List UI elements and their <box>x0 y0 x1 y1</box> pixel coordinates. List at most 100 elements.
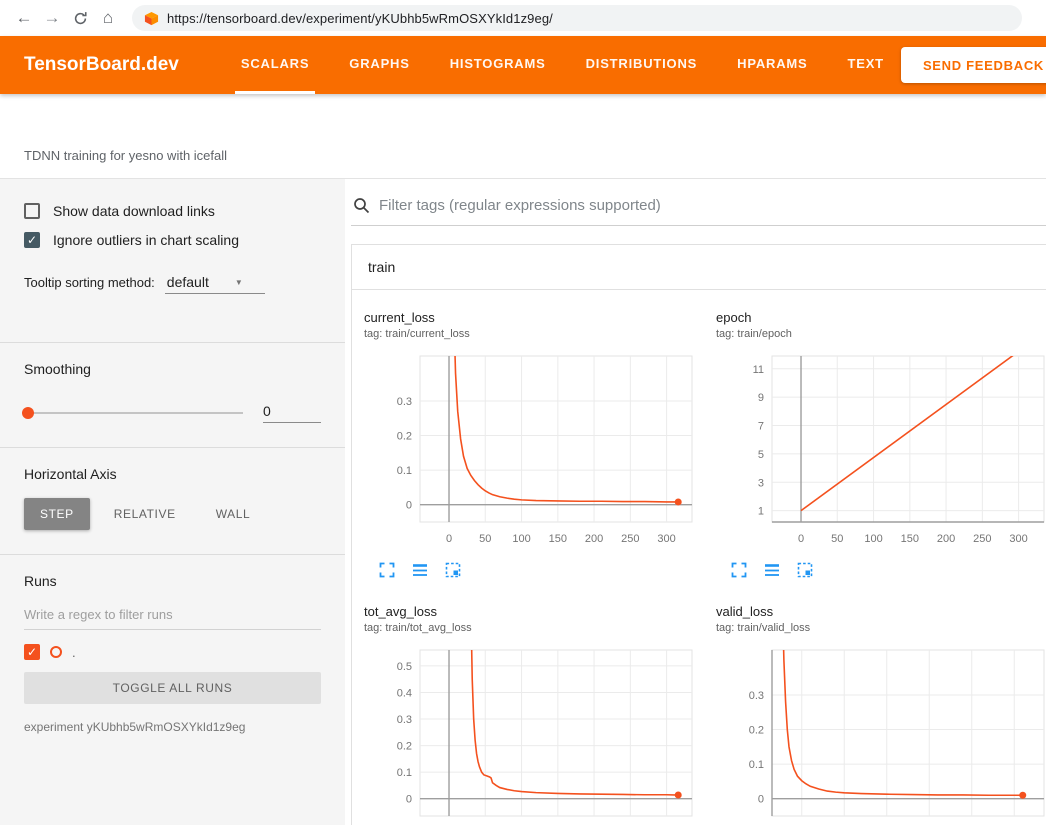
smoothing-label: Smoothing <box>24 361 321 377</box>
tab-hparams[interactable]: HPARAMS <box>731 36 813 94</box>
svg-text:0: 0 <box>406 794 412 806</box>
fit-domain-icon[interactable] <box>445 562 461 578</box>
experiment-title: TDNN training for yesno with icefall <box>24 148 227 163</box>
filter-tags-row <box>351 191 1046 226</box>
svg-text:250: 250 <box>621 533 639 545</box>
browser-toolbar: ← → ⌂ https://tensorboard.dev/experiment… <box>0 0 1046 36</box>
chart-tag: tag: train/tot_avg_loss <box>364 622 704 634</box>
horizontal-axis-section: Horizontal Axis STEP RELATIVE WALL <box>24 448 321 554</box>
svg-text:100: 100 <box>864 533 882 545</box>
svg-text:0: 0 <box>798 533 804 545</box>
chart-tag: tag: train/current_loss <box>364 328 704 340</box>
runs-filter-input[interactable] <box>24 601 321 630</box>
chart-plot-area[interactable]: 5010015020025030000.10.20.3 <box>716 644 1046 825</box>
expand-chart-icon[interactable] <box>731 562 747 578</box>
svg-text:150: 150 <box>549 533 567 545</box>
svg-text:0.2: 0.2 <box>397 431 412 443</box>
svg-text:50: 50 <box>479 533 491 545</box>
tab-text[interactable]: TEXT <box>841 36 889 94</box>
settings-sidebar: Show data download links ✓ Ignore outlie… <box>0 179 345 825</box>
svg-text:3: 3 <box>758 477 764 489</box>
chart-plot-area[interactable]: 05010015020025030000.10.20.3 <box>364 350 704 550</box>
tab-graphs[interactable]: GRAPHS <box>343 36 415 94</box>
runs-label: Runs <box>24 573 321 589</box>
smoothing-slider[interactable] <box>24 412 243 414</box>
svg-text:300: 300 <box>657 533 675 545</box>
chart-toolbar <box>731 562 1046 578</box>
checkbox-unchecked-icon <box>24 203 40 219</box>
filter-tags-input[interactable] <box>379 197 1046 214</box>
home-icon[interactable]: ⌂ <box>94 4 122 32</box>
show-download-links-checkbox[interactable]: Show data download links <box>24 203 321 219</box>
run-row[interactable]: ✓ . <box>24 644 321 660</box>
svg-text:11: 11 <box>753 364 764 376</box>
chart-title: valid_loss <box>716 604 1046 619</box>
svg-text:7: 7 <box>758 421 764 433</box>
brand-title: TensorBoard.dev <box>24 54 179 76</box>
axis-step-button[interactable]: STEP <box>24 498 90 530</box>
svg-text:0: 0 <box>446 533 452 545</box>
chart-data-icon[interactable] <box>764 562 780 578</box>
chart-tag: tag: train/valid_loss <box>716 622 1046 634</box>
svg-text:5: 5 <box>758 449 764 461</box>
run-name: . <box>72 645 76 660</box>
subheader: TDNN training for yesno with icefall <box>0 94 1046 178</box>
main-content: train current_loss tag: train/current_los… <box>345 179 1046 825</box>
address-bar[interactable]: https://tensorboard.dev/experiment/yKUbh… <box>132 5 1022 31</box>
tooltip-sorting-select[interactable]: default ▼ <box>165 274 265 294</box>
app-header: TensorBoard.dev SCALARS GRAPHS HISTOGRAM… <box>0 36 1046 94</box>
experiment-caption: experiment yKUbhb5wRmOSXYkId1z9eg <box>24 720 321 734</box>
svg-text:200: 200 <box>585 533 603 545</box>
expand-chart-icon[interactable] <box>379 562 395 578</box>
svg-text:0.2: 0.2 <box>397 741 412 753</box>
run-checkbox-checked-icon[interactable]: ✓ <box>24 644 40 660</box>
reload-icon[interactable] <box>66 4 94 32</box>
send-feedback-button[interactable]: SEND FEEDBACK <box>901 47 1046 83</box>
tag-group-title: train <box>368 259 395 275</box>
chart-title: current_loss <box>364 310 704 325</box>
toggle-all-runs-button[interactable]: TOGGLE ALL RUNS <box>24 672 321 704</box>
svg-text:250: 250 <box>973 533 991 545</box>
horizontal-axis-label: Horizontal Axis <box>24 466 321 482</box>
tooltip-sorting-label: Tooltip sorting method: <box>24 275 155 290</box>
charts-grid: current_losstag: train/current_loss05010… <box>352 290 1046 825</box>
chart-plot-area[interactable]: 05010015020025030000.10.20.30.40.5 <box>364 644 704 825</box>
chart-card-valid_loss: valid_losstag: train/valid_loss501001502… <box>704 588 1046 825</box>
forward-icon[interactable]: → <box>38 4 66 32</box>
tensorboard-favicon <box>144 11 159 26</box>
slider-thumb[interactable] <box>22 407 34 419</box>
checkbox-checked-icon: ✓ <box>24 232 40 248</box>
chart-data-icon[interactable] <box>412 562 428 578</box>
search-icon <box>353 197 370 214</box>
axis-wall-button[interactable]: WALL <box>200 498 267 530</box>
fit-domain-icon[interactable] <box>797 562 813 578</box>
svg-text:0.1: 0.1 <box>397 465 412 477</box>
tag-group-header[interactable]: train <box>352 245 1046 290</box>
tab-distributions[interactable]: DISTRIBUTIONS <box>580 36 704 94</box>
back-icon[interactable]: ← <box>10 4 38 32</box>
chevron-down-icon: ▼ <box>235 278 243 287</box>
axis-relative-button[interactable]: RELATIVE <box>98 498 192 530</box>
tab-scalars[interactable]: SCALARS <box>235 36 315 94</box>
tooltip-sorting-value: default <box>167 274 209 290</box>
chart-card-tot_avg_loss: tot_avg_losstag: train/tot_avg_loss05010… <box>352 588 704 825</box>
screen: ← → ⌂ https://tensorboard.dev/experiment… <box>0 0 1046 825</box>
chart-card-current_loss: current_losstag: train/current_loss05010… <box>352 294 704 588</box>
svg-text:0.4: 0.4 <box>397 687 412 699</box>
svg-text:50: 50 <box>831 533 843 545</box>
ignore-outliers-checkbox[interactable]: ✓ Ignore outliers in chart scaling <box>24 232 321 248</box>
url-text: https://tensorboard.dev/experiment/yKUbh… <box>167 11 553 26</box>
runs-section: Runs ✓ . TOGGLE ALL RUNS experiment yKUb… <box>24 555 321 758</box>
smoothing-section: Smoothing 0 <box>24 343 321 447</box>
chart-tag: tag: train/epoch <box>716 328 1046 340</box>
tab-histograms[interactable]: HISTOGRAMS <box>444 36 552 94</box>
svg-text:0.2: 0.2 <box>749 725 764 737</box>
smoothing-value[interactable]: 0 <box>263 403 321 423</box>
svg-text:200: 200 <box>937 533 955 545</box>
checkbox-label: Ignore outliers in chart scaling <box>53 232 239 248</box>
tag-group-train: train current_loss tag: train/current_los… <box>351 244 1046 825</box>
svg-text:1: 1 <box>758 506 764 518</box>
main-nav: SCALARS GRAPHS HISTOGRAMS DISTRIBUTIONS … <box>235 36 918 94</box>
svg-text:0.1: 0.1 <box>749 759 764 771</box>
chart-plot-area[interactable]: 0501001502002503001357911 <box>716 350 1046 550</box>
